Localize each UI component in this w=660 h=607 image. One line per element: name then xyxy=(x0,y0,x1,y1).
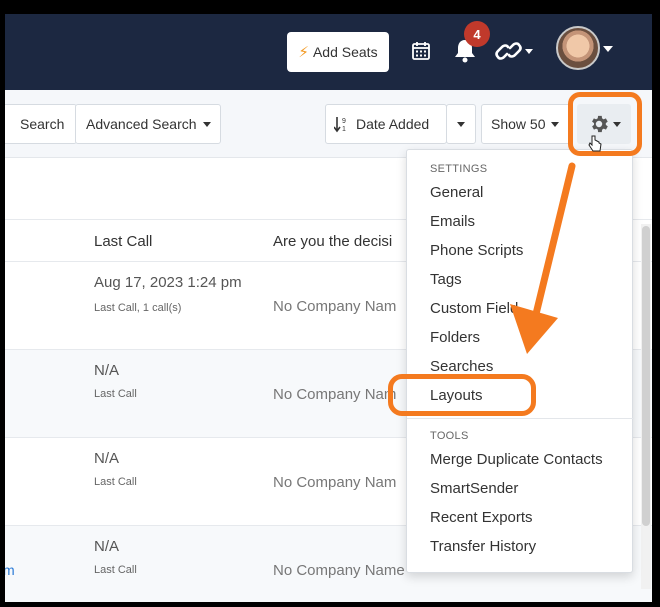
column-header-decision[interactable]: Are you the decisi xyxy=(273,233,392,250)
notification-badge: 4 xyxy=(464,21,490,47)
last-call-sub: Last Call xyxy=(94,564,137,576)
advanced-search-button[interactable]: Advanced Search xyxy=(75,104,221,144)
company-name: No Company Nam xyxy=(273,386,397,403)
last-call-sub: Last Call xyxy=(94,388,137,400)
chevron-down-icon xyxy=(457,121,465,127)
bolt-icon: ⚡︎ xyxy=(298,44,309,61)
layouts-highlight-outline xyxy=(388,374,536,416)
scrollbar-thumb[interactable] xyxy=(642,226,650,526)
last-call-value: Aug 17, 2023 1:24 pm xyxy=(94,274,242,291)
last-call-sub: Last Call xyxy=(94,476,137,488)
sort-label: Date Added xyxy=(356,116,430,132)
menu-divider xyxy=(407,418,634,419)
last-call-sub: Last Call, 1 call(s) xyxy=(94,302,182,314)
chevron-down-icon xyxy=(551,121,560,127)
menu-item-smartsender[interactable]: SmartSender xyxy=(430,480,518,497)
advanced-search-label: Advanced Search xyxy=(86,116,197,132)
company-name: No Company Nam xyxy=(273,298,397,315)
add-seats-label: Add Seats xyxy=(312,44,378,60)
menu-item-custom-fields[interactable]: Custom Field xyxy=(430,300,518,317)
sort-numeric-icon: 9 1 xyxy=(334,117,346,133)
page-size-button[interactable]: Show 50 xyxy=(481,104,571,144)
top-navbar: ⚡︎ Add Seats 4 xyxy=(5,14,652,90)
last-call-value: N/A xyxy=(94,538,120,555)
search-button-label: Search xyxy=(20,116,65,132)
menu-item-recent-exports[interactable]: Recent Exports xyxy=(430,509,533,526)
menu-item-phone-scripts[interactable]: Phone Scripts xyxy=(430,242,523,259)
page-size-label: Show 50 xyxy=(491,116,546,132)
last-call-value: N/A xyxy=(94,362,120,379)
column-header-last-call[interactable]: Last Call xyxy=(94,233,152,250)
menu-item-searches[interactable]: Searches xyxy=(430,358,493,375)
search-button[interactable]: Search xyxy=(5,104,77,144)
calendar-icon[interactable] xyxy=(411,41,431,61)
chevron-down-icon xyxy=(202,121,211,127)
menu-section-tools: TOOLS xyxy=(430,430,469,442)
svg-text:9: 9 xyxy=(342,118,346,125)
menu-item-transfer-history[interactable]: Transfer History xyxy=(430,538,536,555)
list-toolbar: Search Advanced Search 9 1 Date Added Sh… xyxy=(5,90,652,158)
contact-email-link[interactable]: m xyxy=(5,562,15,578)
menu-item-emails[interactable]: Emails xyxy=(430,213,475,230)
link-icon[interactable] xyxy=(495,39,535,63)
settings-dropdown-menu: SETTINGS General Emails Phone Scripts Ta… xyxy=(406,149,634,573)
sort-dropdown-button[interactable] xyxy=(446,104,476,144)
hand-cursor-icon xyxy=(588,135,602,152)
app-window: ⚡︎ Add Seats 4 Search Advanced Search 9 … xyxy=(5,14,652,602)
add-seats-button[interactable]: ⚡︎ Add Seats xyxy=(287,32,389,72)
chevron-down-icon[interactable] xyxy=(603,46,613,52)
menu-item-merge-duplicates[interactable]: Merge Duplicate Contacts xyxy=(430,451,603,468)
gear-highlight-outline xyxy=(568,92,642,156)
menu-item-tags[interactable]: Tags xyxy=(430,271,462,288)
menu-item-general[interactable]: General xyxy=(430,184,483,201)
last-call-value: N/A xyxy=(94,450,120,467)
company-name: No Company Name xyxy=(273,562,405,579)
svg-text:1: 1 xyxy=(342,126,346,133)
menu-section-settings: SETTINGS xyxy=(430,163,488,175)
company-name: No Company Nam xyxy=(273,474,397,491)
menu-item-folders[interactable]: Folders xyxy=(430,329,480,346)
sort-button[interactable]: 9 1 Date Added xyxy=(325,104,447,144)
avatar[interactable] xyxy=(556,26,600,70)
